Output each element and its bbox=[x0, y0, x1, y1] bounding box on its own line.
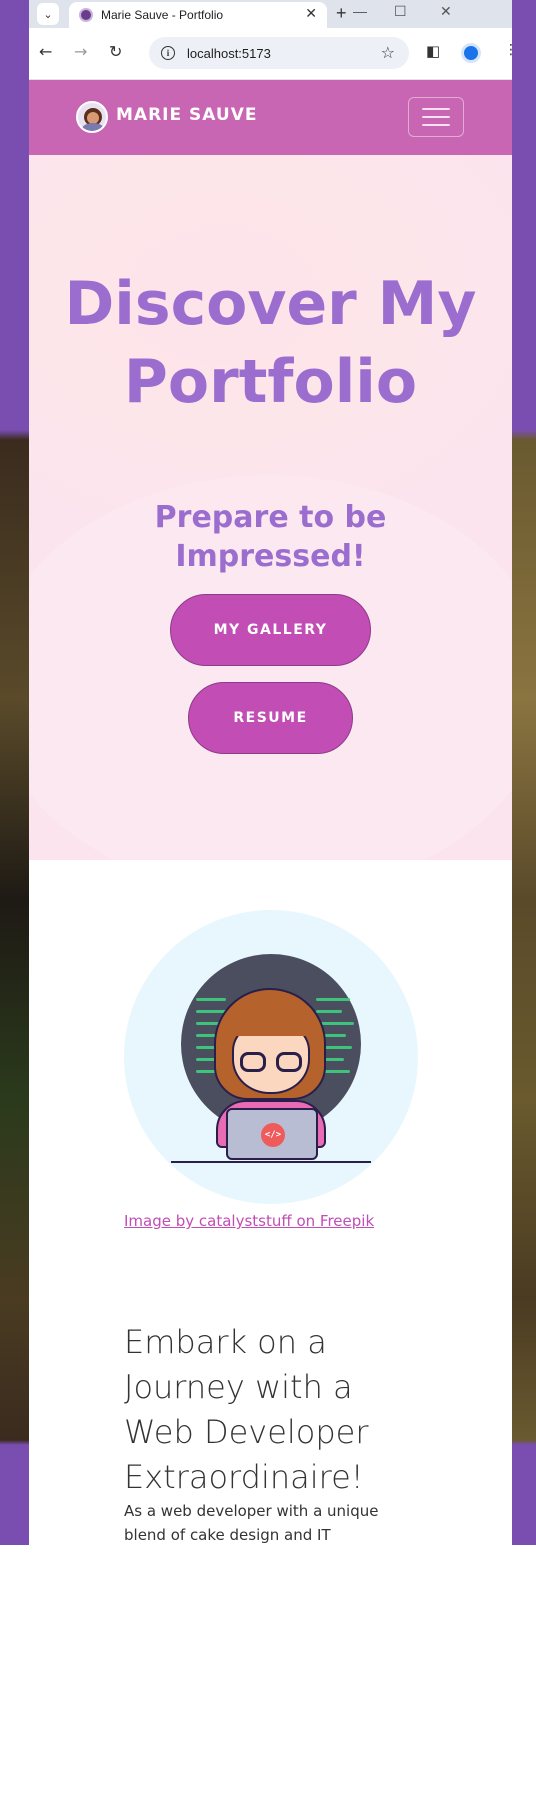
bookmark-star-icon[interactable]: ☆ bbox=[381, 43, 395, 62]
profile-avatar-icon[interactable] bbox=[461, 43, 481, 63]
chevron-down-icon: ⌄ bbox=[43, 7, 53, 21]
address-bar[interactable]: i localhost:5173 ☆ bbox=[149, 37, 409, 69]
browser-toolbar: ← → ↻ i localhost:5173 ☆ ◧ ⋮ bbox=[29, 28, 512, 80]
more-menu-icon[interactable]: ⋮ bbox=[504, 42, 512, 58]
back-icon[interactable]: ← bbox=[39, 42, 52, 61]
page-viewport: MARIE SAUVE Discover My Portfolio Prepar… bbox=[29, 80, 512, 1545]
desktop-wallpaper-right bbox=[512, 0, 536, 1545]
hero-subtitle: Prepare to be Impressed! bbox=[154, 500, 387, 574]
tab-search-button[interactable]: ⌄ bbox=[37, 3, 59, 25]
tab-strip: ⌄ Marie Sauve - Portfolio ✕ + — ☐ ✕ bbox=[29, 0, 512, 28]
site-info-icon[interactable]: i bbox=[161, 46, 175, 60]
forward-icon[interactable]: → bbox=[74, 42, 87, 61]
code-badge: </> bbox=[261, 1123, 285, 1147]
favicon-icon bbox=[79, 8, 93, 22]
maximize-icon[interactable]: ☐ bbox=[394, 3, 407, 20]
hamburger-menu-icon[interactable] bbox=[408, 97, 464, 137]
about-heading: Embark on a Journey with a Web Developer… bbox=[124, 1323, 369, 1496]
minimize-icon[interactable]: — bbox=[353, 3, 367, 19]
image-credit-link[interactable]: Image by catalyststuff on Freepik bbox=[124, 1212, 374, 1230]
brand-name[interactable]: MARIE SAUVE bbox=[116, 105, 257, 125]
developer-illustration: </> bbox=[124, 910, 418, 1204]
close-window-icon[interactable]: ✕ bbox=[440, 3, 452, 20]
new-tab-button[interactable]: + bbox=[336, 3, 347, 24]
url-text: localhost:5173 bbox=[187, 45, 271, 61]
side-panel-icon[interactable]: ◧ bbox=[426, 42, 440, 60]
close-tab-icon[interactable]: ✕ bbox=[305, 6, 317, 22]
site-navbar: MARIE SAUVE bbox=[29, 80, 512, 155]
laptop-icon: </> bbox=[226, 1108, 318, 1160]
avatar-logo[interactable] bbox=[76, 101, 108, 133]
tab-title: Marie Sauve - Portfolio bbox=[101, 8, 224, 22]
blank-area bbox=[0, 1545, 536, 1810]
my-gallery-button[interactable]: MY GALLERY bbox=[170, 594, 371, 666]
reload-icon[interactable]: ↻ bbox=[109, 42, 122, 61]
active-tab[interactable]: Marie Sauve - Portfolio ✕ bbox=[69, 2, 327, 28]
browser-window: ⌄ Marie Sauve - Portfolio ✕ + — ☐ ✕ ← → … bbox=[29, 0, 512, 1545]
resume-button[interactable]: RESUME bbox=[188, 682, 353, 754]
hero-section: Discover My Portfolio Prepare to be Impr… bbox=[29, 155, 512, 860]
desktop-wallpaper-left bbox=[0, 0, 29, 1545]
hero-title: Discover My Portfolio bbox=[64, 269, 477, 417]
about-paragraph: As a web developer with a unique blend o… bbox=[124, 1502, 379, 1544]
